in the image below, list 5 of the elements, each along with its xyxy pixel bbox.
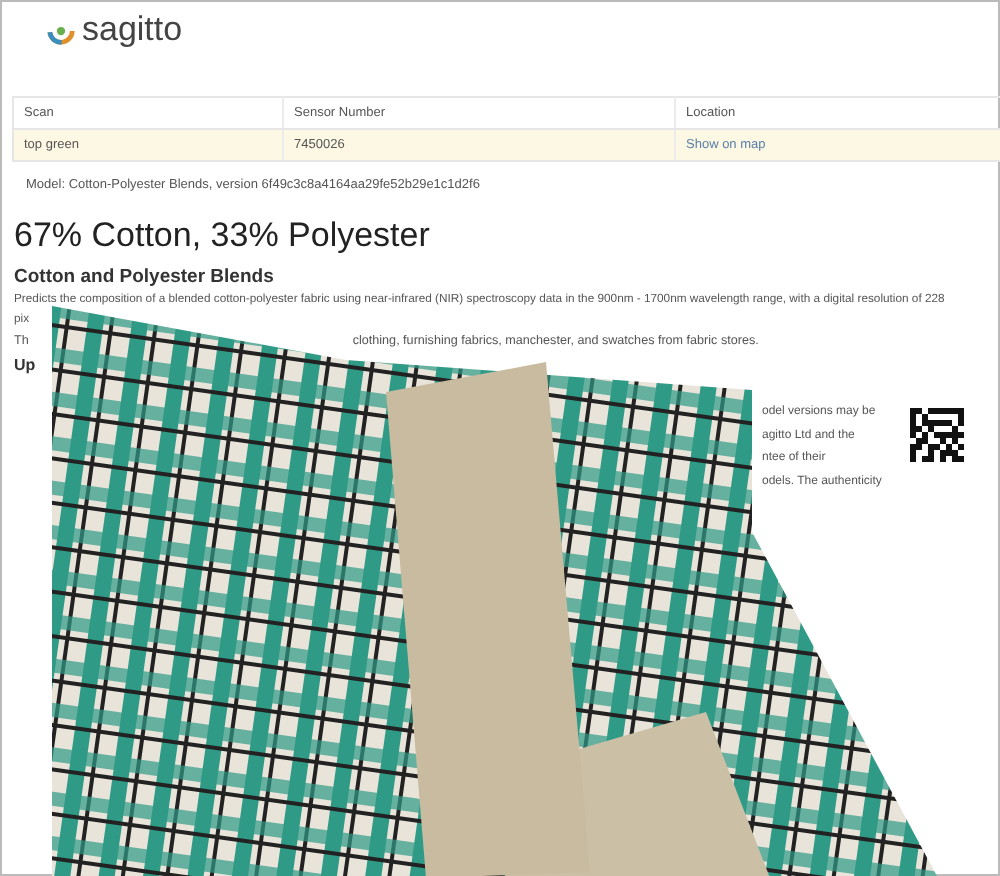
qr-code-icon (910, 408, 964, 462)
result-heading: 67% Cotton, 33% Polyester (14, 216, 432, 256)
section-heading: Up (14, 356, 36, 374)
model-title: Cotton and Polyester Blends (14, 264, 276, 290)
logo-text[interactable]: sagitto (82, 10, 183, 50)
